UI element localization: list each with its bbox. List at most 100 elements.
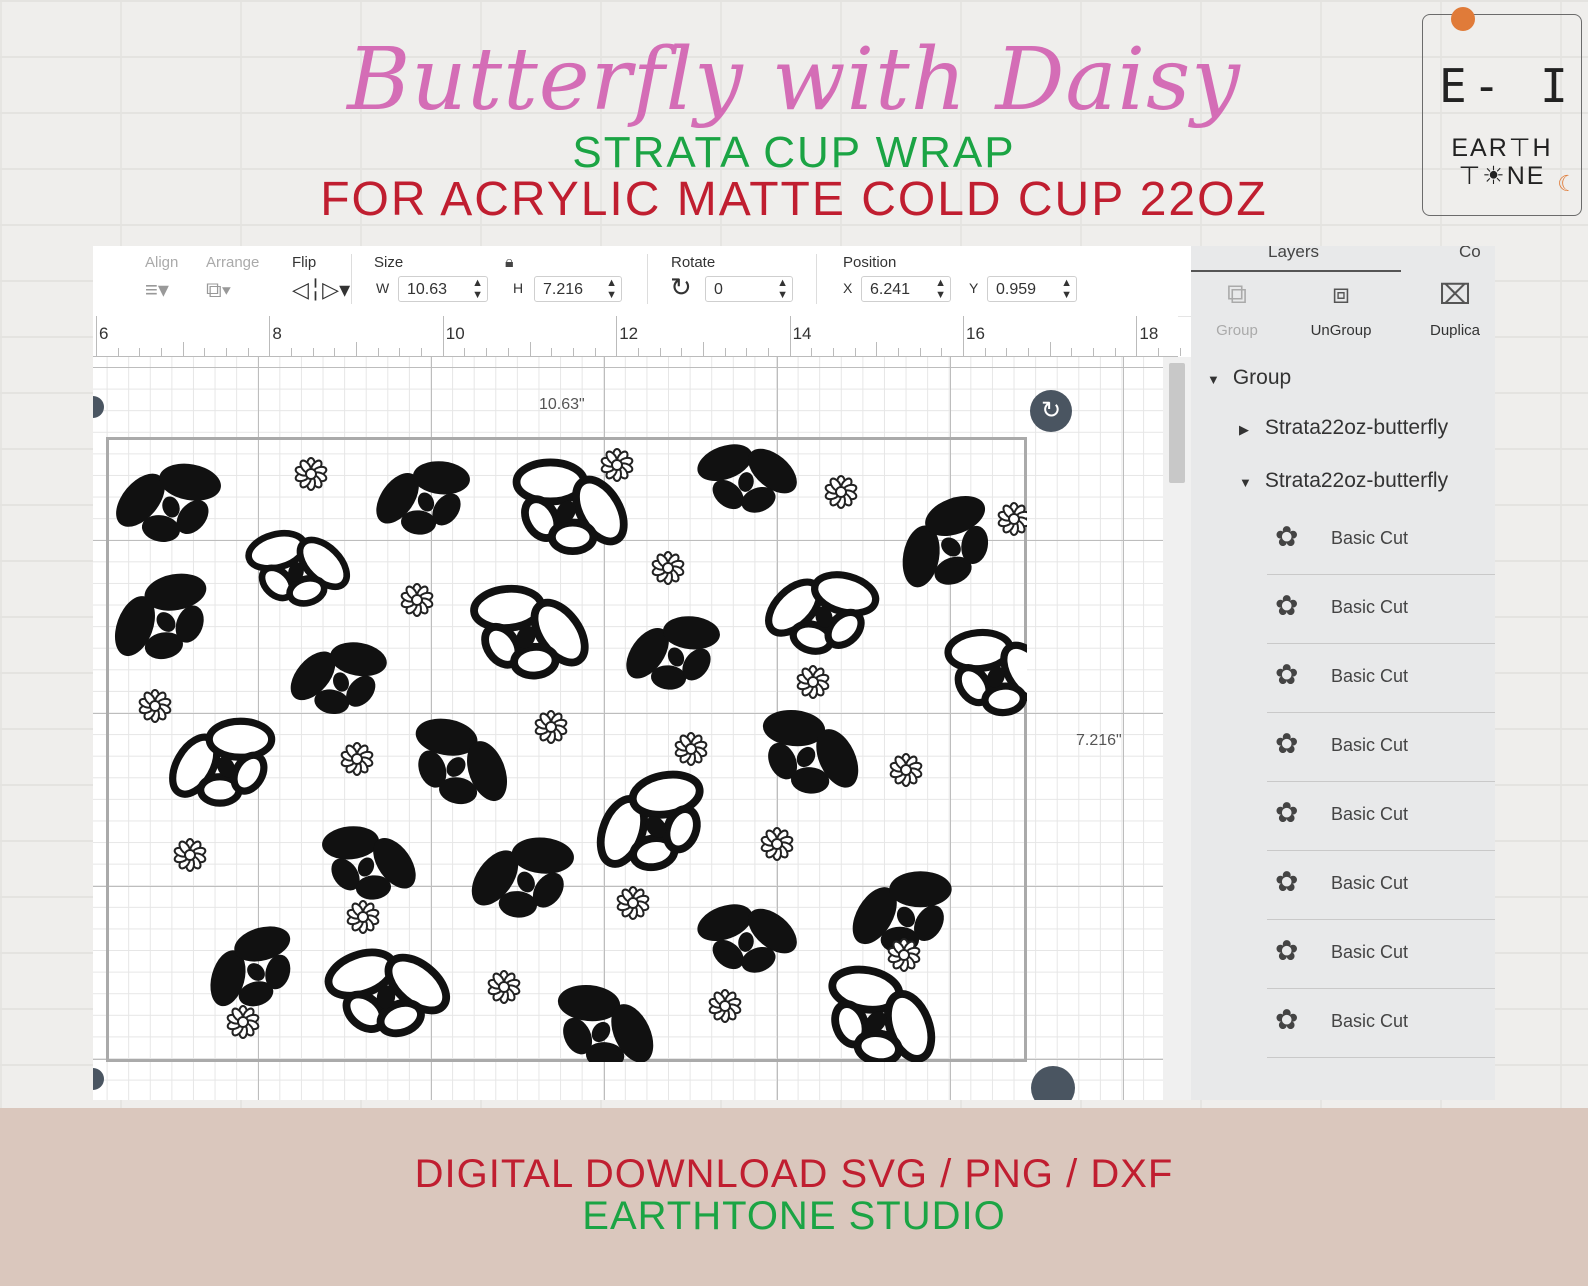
daisy-shape <box>600 448 634 482</box>
ungroup-button[interactable]: ⧈ UnGroup <box>1291 274 1391 339</box>
ruler-minor-tick <box>226 348 228 356</box>
layer-row[interactable]: ✿ Basic Cut <box>1267 851 1495 920</box>
expanded-caret-icon[interactable]: ▼ <box>1239 475 1259 490</box>
height-field[interactable]: 7.216 ▲ ▼ <box>534 276 622 302</box>
align-icon: ≡▾ <box>145 277 169 302</box>
ruler-minor-tick <box>1071 348 1073 356</box>
tab-layers[interactable]: Layers <box>1268 246 1319 262</box>
ruler-minor-tick <box>486 348 488 356</box>
layer-operation-label: Basic Cut <box>1331 735 1409 755</box>
daisy-shape <box>400 583 434 617</box>
lock-icon[interactable]: 🔒︎ <box>505 254 514 272</box>
flip-label: Flip <box>292 254 317 271</box>
butterfly-shape <box>944 628 1027 717</box>
stepper-icon[interactable]: ▲ ▼ <box>606 277 617 301</box>
layer-operation-label: Basic Cut <box>1331 942 1409 962</box>
butterfly-shape <box>376 461 470 535</box>
butterfly-daisy-artwork[interactable] <box>106 437 1027 1062</box>
layer-row[interactable]: ✿ Basic Cut <box>1267 575 1495 644</box>
y-label: Y <box>969 280 979 296</box>
ruler-minor-tick <box>399 348 401 356</box>
stepper-icon[interactable]: ▲ ▼ <box>777 277 788 301</box>
rotate-handle-icon[interactable]: ↻ <box>1030 390 1072 432</box>
product-subtitle-1: STRATA CUP WRAP <box>572 128 1016 177</box>
arrange-group[interactable]: Arrange ⧉▾ <box>206 254 259 303</box>
scrollbar-thumb[interactable] <box>1169 363 1185 483</box>
daisy-shape <box>824 475 858 509</box>
canvas-scrollbar[interactable] <box>1163 357 1191 1100</box>
ruler-minor-tick <box>161 348 163 356</box>
panel-tabs: Layers Co <box>1191 246 1495 270</box>
flip-group[interactable]: Flip ◁╎▷▾ <box>292 254 350 303</box>
y-position-field[interactable]: 0.959 ▲ ▼ <box>987 276 1077 302</box>
ruler-minor-tick <box>312 348 314 356</box>
butterfly-shape <box>828 965 936 1062</box>
butterfly-shape <box>626 616 720 690</box>
daisy-shape <box>674 732 708 766</box>
ruler-minor-tick <box>984 348 986 356</box>
width-field[interactable]: 10.63 ▲ ▼ <box>398 276 488 302</box>
ruler-minor-tick <box>854 348 856 356</box>
layer-row[interactable]: ✿ Basic Cut <box>1267 644 1495 713</box>
stepper-icon[interactable]: ▲ ▼ <box>472 277 483 301</box>
duplicate-button[interactable]: ⌧ Duplica <box>1405 274 1495 339</box>
footer-studio: EARTHTONE STUDIO <box>582 1194 1006 1238</box>
tree-item-row[interactable]: ▼ Strata22oz-butterfly <box>1239 469 1448 493</box>
ruler-label: 16 <box>966 324 985 343</box>
duplicate-icon: ⌧ <box>1438 279 1472 310</box>
daisy-shape <box>889 753 923 787</box>
daisy-shape <box>487 970 521 1004</box>
daisy-layer-icon: ✿ <box>1275 797 1299 828</box>
rotate-field[interactable]: 0 ▲ ▼ <box>705 276 793 302</box>
x-position-field[interactable]: 6.241 ▲ ▼ <box>861 276 951 302</box>
layer-row[interactable]: ✿ Basic Cut <box>1267 782 1495 851</box>
daisy-layer-icon: ✿ <box>1275 659 1299 690</box>
group-button[interactable]: ⧉ Group <box>1187 274 1287 339</box>
tree-item-row[interactable]: ▶ Strata22oz-butterfly <box>1239 416 1448 440</box>
layer-row[interactable]: ✿ Basic Cut <box>1267 920 1495 989</box>
ruler-minor-tick <box>1158 348 1160 356</box>
expanded-caret-icon[interactable]: ▼ <box>1207 372 1227 387</box>
ruler-label: 8 <box>272 324 282 343</box>
layer-operation-label: Basic Cut <box>1331 804 1409 824</box>
tab-color-sync[interactable]: Co <box>1459 246 1481 262</box>
layer-operation-label: Basic Cut <box>1331 528 1409 548</box>
align-group[interactable]: Align ≡▾ <box>145 254 178 303</box>
w-label: W <box>376 280 390 296</box>
layer-row[interactable]: ✿ Basic Cut <box>1267 989 1495 1058</box>
arrange-label: Arrange <box>206 254 260 271</box>
ruler-minor-tick <box>204 348 206 356</box>
position-label: Position <box>843 254 897 271</box>
ruler-label: 6 <box>99 324 109 343</box>
tree-group-row[interactable]: ▼ Group <box>1207 366 1291 390</box>
daisy-layer-icon: ✿ <box>1275 521 1299 552</box>
rotate-icon: ↻ <box>670 272 692 302</box>
daisy-shape <box>340 742 374 776</box>
ruler-tick <box>702 342 704 356</box>
ruler-label: 14 <box>792 324 812 343</box>
layer-operation-label: Basic Cut <box>1331 597 1409 617</box>
ruler-tick <box>356 342 358 356</box>
x-label: X <box>843 280 853 296</box>
layer-row[interactable]: ✿ Basic Cut <box>1267 506 1495 575</box>
daisy-shape <box>651 551 685 585</box>
ruler-minor-tick <box>637 348 639 356</box>
butterfly-shape <box>324 948 450 1038</box>
butterfly-shape <box>762 709 859 794</box>
ruler-tick <box>529 342 531 356</box>
daisy-layer-icon: ✿ <box>1275 935 1299 966</box>
layer-operation-label: Basic Cut <box>1331 666 1409 686</box>
ruler-tick <box>182 342 184 356</box>
divider <box>816 254 817 304</box>
size-label: Size <box>374 254 404 271</box>
layer-operation-label: Basic Cut <box>1331 1011 1409 1031</box>
stepper-icon[interactable]: ▲ ▼ <box>1061 277 1072 301</box>
butterfly-shape <box>290 642 387 715</box>
collapsed-caret-icon[interactable]: ▶ <box>1239 422 1259 438</box>
sun-icon <box>1451 7 1475 31</box>
stepper-icon[interactable]: ▲ ▼ <box>935 277 946 301</box>
layer-row[interactable]: ✿ Basic Cut <box>1267 713 1495 782</box>
ruler-tick <box>963 316 964 356</box>
ruler-minor-tick <box>832 348 834 356</box>
daisy-shape <box>346 900 380 934</box>
